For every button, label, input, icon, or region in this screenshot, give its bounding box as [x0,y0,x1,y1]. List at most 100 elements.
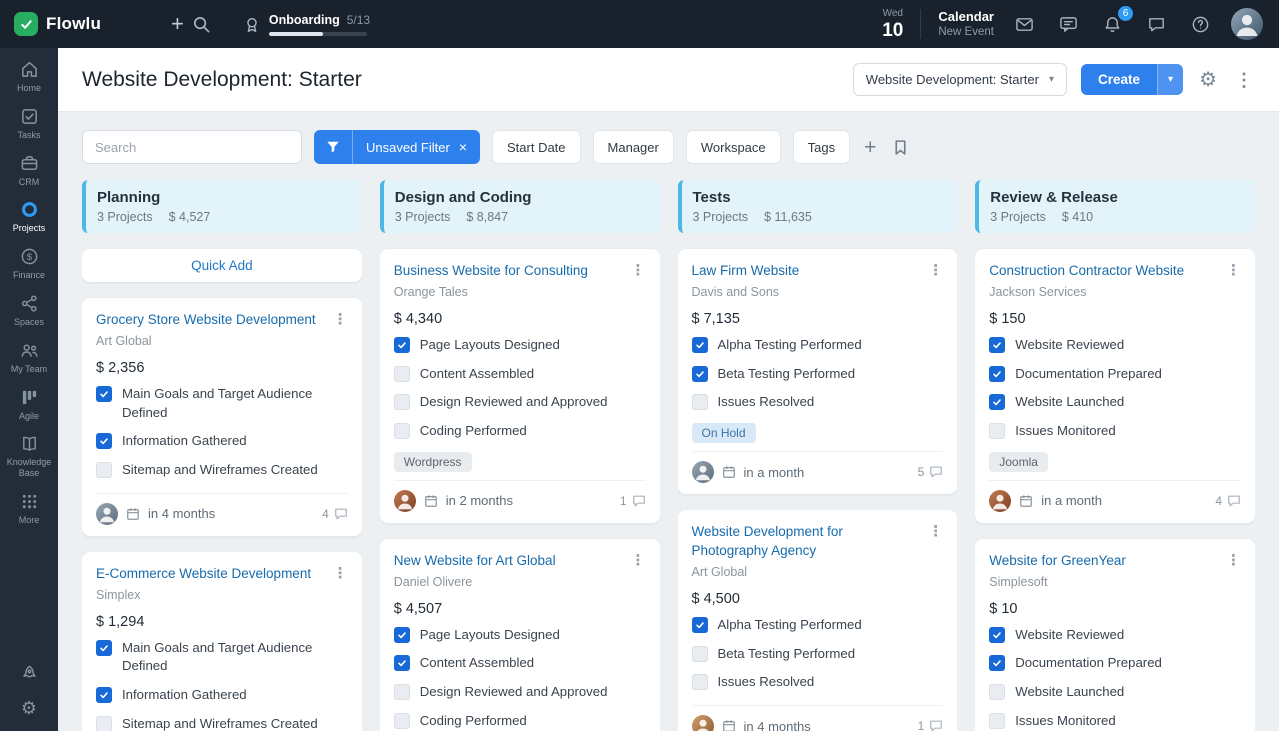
checkbox-checked-icon[interactable] [989,655,1006,672]
topbar-add-button[interactable]: + [167,9,188,39]
assignee-avatar[interactable] [989,489,1012,512]
tag-chip[interactable]: On Hold [691,423,756,444]
checklist-item[interactable]: Website Reviewed [989,331,1241,360]
checkbox-checked-icon[interactable] [96,639,112,656]
board-selector[interactable]: Website Development: Starter ▾ [852,63,1067,96]
checkbox-checked-icon[interactable] [393,626,410,643]
tag-chip[interactable]: Joomla [989,451,1048,472]
card-menu-icon[interactable]: ⋮ [928,523,943,541]
checkbox-unchecked-icon[interactable] [691,394,708,411]
checklist-item[interactable]: Page Layouts Designed [393,621,646,650]
sidebar-item-tasks[interactable]: Tasks [0,101,58,148]
search-input[interactable] [82,130,302,164]
project-title-link[interactable]: New Website for Art Global [394,552,623,571]
comment-count[interactable]: 5 [918,465,944,479]
checkbox-unchecked-icon[interactable] [393,684,410,701]
checkbox-checked-icon[interactable] [691,336,708,353]
checkbox-unchecked-icon[interactable] [691,674,708,691]
checkbox-checked-icon[interactable] [96,687,112,704]
checklist-item[interactable]: Page Layouts Designed [393,331,646,360]
column-header[interactable]: Design and Coding 3 Projects $ 8,847 [379,180,660,233]
checklist-item[interactable]: Coding Performed [393,707,646,731]
card-menu-icon[interactable]: ⋮ [928,262,943,280]
calendar-shortcut[interactable]: Calendar New Event [938,9,994,40]
checkbox-unchecked-icon[interactable] [96,715,112,731]
checklist-item[interactable]: Issues Monitored [989,417,1241,446]
clear-filter-icon[interactable]: × [459,140,467,154]
onboarding-widget[interactable]: Onboarding 5/13 [243,13,370,36]
project-card[interactable]: New Website for Art Global ⋮ Daniel Oliver… [379,538,660,731]
project-card[interactable]: E-Commerce Website Development ⋮ Simplex $ … [82,551,362,731]
filter-button-manager[interactable]: Manager [592,130,674,164]
settings-button[interactable]: ⚙ [1197,68,1219,92]
project-card[interactable]: Website Development for Photography Agen… [677,510,958,731]
add-filter-button[interactable]: + [862,135,878,160]
checkbox-checked-icon[interactable] [989,394,1006,411]
checklist-item[interactable]: Issues Monitored [989,707,1241,731]
checkbox-unchecked-icon[interactable] [393,365,410,382]
assignee-avatar[interactable] [691,461,714,484]
card-menu-icon[interactable]: ⋮ [1226,262,1241,280]
chat-button[interactable] [1143,11,1170,38]
messages-button[interactable] [1055,11,1082,38]
project-card[interactable]: Website for GreenYear ⋮ Simplesoft $ 10 Webs… [975,538,1255,731]
create-button[interactable]: Create [1081,64,1158,95]
funnel-icon[interactable] [314,130,352,164]
card-menu-icon[interactable]: ⋮ [631,262,646,280]
sidebar-item-finance[interactable]: $ Finance [0,241,58,288]
project-title-link[interactable]: Law Firm Website [692,262,921,281]
checklist-item[interactable]: Design Reviewed and Approved [393,678,646,707]
gear-icon[interactable]: ⚙ [21,699,37,719]
project-card[interactable]: Business Website for Consulting ⋮ Orange T… [379,249,660,523]
project-card[interactable]: Law Firm Website ⋮ Davis and Sons $ 7,135 Al… [677,249,958,495]
checklist-item[interactable]: Issues Resolved [691,388,944,417]
checklist-item[interactable]: Information Gathered [96,681,348,710]
checkbox-checked-icon[interactable] [393,655,410,672]
sidebar-item-projects[interactable]: Projects [0,194,58,241]
rocket-icon[interactable] [20,664,39,683]
checklist-item[interactable]: Website Reviewed [989,621,1241,650]
comment-count[interactable]: 4 [1215,494,1241,508]
tag-chip[interactable]: Wordpress [393,451,472,472]
project-card[interactable]: Grocery Store Website Development ⋮ Art Gl… [82,298,362,536]
notifications-button[interactable]: 6 [1099,5,1133,38]
checkbox-unchecked-icon[interactable] [989,712,1006,729]
comment-count[interactable]: 4 [322,507,348,521]
checklist-item[interactable]: Issues Resolved [691,668,944,697]
column-header[interactable]: Tests 3 Projects $ 11,635 [677,180,958,233]
assignee-avatar[interactable] [96,502,118,525]
assignee-avatar[interactable] [393,489,416,512]
sidebar-item-spaces[interactable]: Spaces [0,288,58,335]
checkbox-unchecked-icon[interactable] [691,645,708,662]
more-options-button[interactable]: ⋮ [1233,69,1255,91]
checklist-item[interactable]: Information Gathered [96,427,348,456]
checkbox-checked-icon[interactable] [691,616,708,633]
checklist-item[interactable]: Alpha Testing Performed [691,611,944,640]
checkbox-checked-icon[interactable] [989,626,1006,643]
flowlu-brand[interactable]: Flowlu [14,12,101,36]
sidebar-item-crm[interactable]: CRM [0,148,58,195]
help-button[interactable] [1187,11,1214,38]
checklist-item[interactable]: Website Launched [989,388,1241,417]
checklist-item[interactable]: Content Assembled [393,649,646,678]
column-header[interactable]: Planning 3 Projects $ 4,527 [82,180,362,233]
checklist-item[interactable]: Design Reviewed and Approved [393,388,646,417]
checkbox-unchecked-icon[interactable] [393,712,410,729]
checklist-item[interactable]: Documentation Prepared [989,360,1241,389]
project-title-link[interactable]: Website Development for Photography Agen… [692,523,921,561]
checkbox-unchecked-icon[interactable] [96,462,112,479]
checkbox-checked-icon[interactable] [989,365,1006,382]
checklist-item[interactable]: Sitemap and Wireframes Created [96,456,348,485]
checkbox-checked-icon[interactable] [96,433,112,450]
project-title-link[interactable]: Construction Contractor Website [989,262,1218,281]
project-title-link[interactable]: E-Commerce Website Development [96,565,325,584]
checkbox-checked-icon[interactable] [393,336,410,353]
comment-count[interactable]: 1 [620,494,646,508]
checkbox-unchecked-icon[interactable] [989,423,1006,440]
sidebar-item-agile[interactable]: Agile [0,382,58,429]
save-filter-button[interactable] [890,137,911,158]
checklist-item[interactable]: Beta Testing Performed [691,640,944,669]
project-card[interactable]: Construction Contractor Website ⋮ Jackson … [975,249,1255,523]
checklist-item[interactable]: Alpha Testing Performed [691,331,944,360]
create-dropdown-button[interactable]: ▾ [1157,64,1184,95]
